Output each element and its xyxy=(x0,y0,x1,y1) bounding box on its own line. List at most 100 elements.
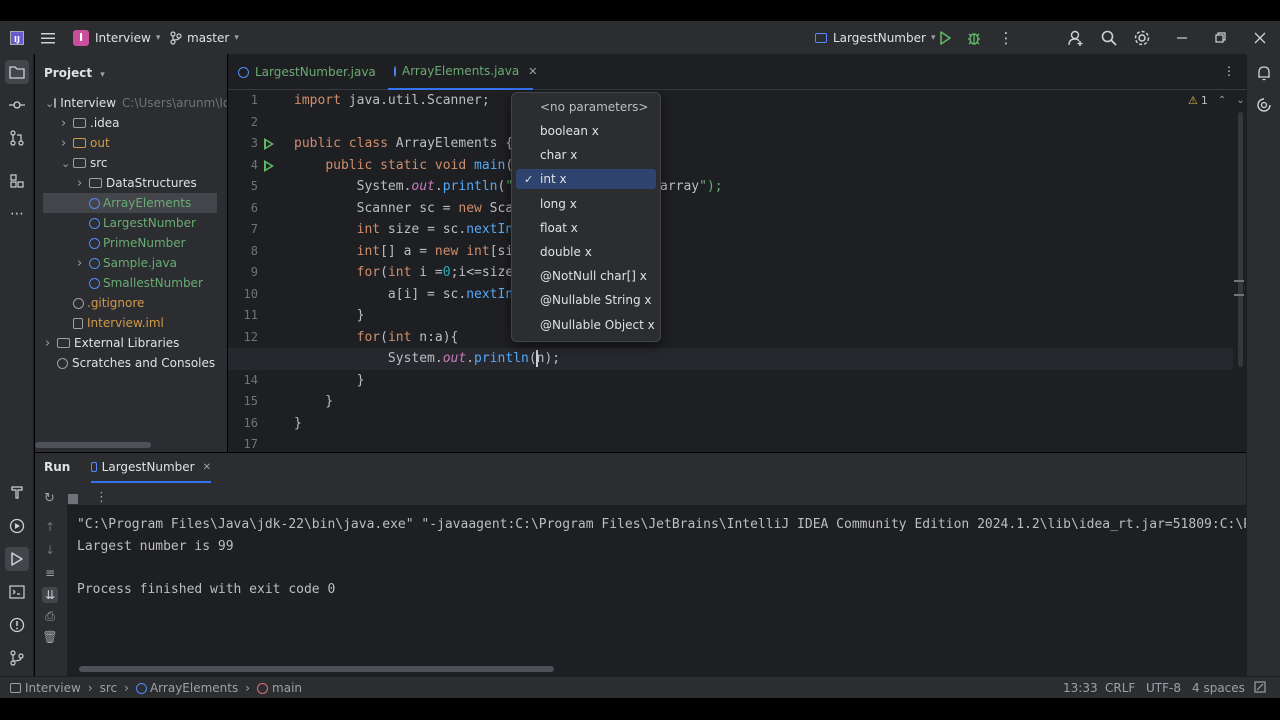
inspection-widget[interactable]: ⚠ 1 ⌃ ⌄ xyxy=(1188,94,1245,107)
gutter-run-icon[interactable] xyxy=(264,138,274,150)
soft-wrap-icon[interactable]: ≡ xyxy=(42,565,58,581)
tab-actions-more-icon[interactable]: ⋮ xyxy=(1223,64,1235,78)
code-line[interactable]: Scanner sc = new Scann xyxy=(294,198,529,220)
notifications-bell-icon[interactable] xyxy=(1255,64,1273,85)
code-line[interactable]: } xyxy=(294,370,365,392)
chevron-right-icon[interactable]: › xyxy=(45,336,57,351)
chevron-right-icon[interactable]: › xyxy=(61,136,73,151)
scroll-down-icon[interactable]: ↓ xyxy=(42,542,58,558)
tree-item[interactable]: ArrayElements xyxy=(43,193,217,213)
project-tool-folder-icon[interactable] xyxy=(5,60,29,84)
main-menu-icon[interactable] xyxy=(40,21,56,54)
code-line[interactable]: for(int i =0;i<=size-1 xyxy=(294,262,529,284)
clear-trash-icon[interactable]: 🗑 xyxy=(42,629,58,645)
read-only-lock-icon[interactable] xyxy=(1254,681,1266,693)
code-line[interactable]: import java.util.Scanner; xyxy=(294,90,490,112)
run-config-selector[interactable]: LargestNumber ▾ xyxy=(815,21,935,54)
line-number[interactable]: 1 xyxy=(228,93,258,107)
chevron-down-icon[interactable]: ⌄ xyxy=(61,157,73,170)
more-options-icon[interactable]: ⋮ xyxy=(95,490,108,505)
code-line[interactable]: } xyxy=(294,391,333,413)
close-tab-icon[interactable]: ✕ xyxy=(528,65,537,78)
tab-largestnumber[interactable]: LargestNumber.java xyxy=(238,54,388,90)
rerun-icon[interactable]: ↻ xyxy=(44,491,55,506)
code-line[interactable]: public static void main(St xyxy=(294,155,529,177)
chevron-right-icon[interactable]: › xyxy=(61,116,73,131)
code-line[interactable]: a[i] = sc.nextInt( xyxy=(294,284,529,306)
breadcrumb-item[interactable]: ArrayElements xyxy=(150,681,238,695)
code-line-tail[interactable]: array"); xyxy=(660,176,723,198)
line-number[interactable]: 2 xyxy=(228,115,258,129)
parameter-signature[interactable]: @Nullable Object x xyxy=(516,315,656,335)
tree-item[interactable]: Interview.iml xyxy=(35,313,227,333)
pull-requests-icon[interactable] xyxy=(5,126,29,150)
line-number[interactable]: 6 xyxy=(228,201,258,215)
more-actions-icon[interactable]: ⋮ xyxy=(996,21,1016,54)
parameter-signature[interactable]: char x xyxy=(516,145,656,165)
run-button[interactable] xyxy=(937,21,953,54)
tree-item[interactable]: ⌄ Interview C:\Users\arunm\Id xyxy=(35,93,227,113)
project-selector[interactable]: I Interview ▾ xyxy=(73,21,160,54)
problems-icon[interactable] xyxy=(5,613,29,637)
code-line[interactable]: } xyxy=(294,305,365,327)
line-number[interactable]: 17 xyxy=(228,437,258,451)
line-number[interactable]: 14 xyxy=(228,373,258,387)
line-number[interactable]: 16 xyxy=(228,416,258,430)
previous-highlight-icon[interactable]: ⌃ xyxy=(1218,95,1226,106)
tree-item[interactable]: Scratches and Consoles xyxy=(35,353,227,373)
search-icon[interactable] xyxy=(1100,21,1118,54)
parameter-signature[interactable]: @Nullable String x xyxy=(516,290,656,310)
minimize-icon[interactable] xyxy=(1176,21,1188,54)
chevron-right-icon[interactable]: › xyxy=(77,256,89,271)
chevron-down-icon[interactable]: ⌄ xyxy=(45,97,54,110)
commit-icon[interactable] xyxy=(5,93,29,117)
line-number[interactable]: 9 xyxy=(228,265,258,279)
line-number[interactable]: 12 xyxy=(228,330,258,344)
horizontal-scrollbar[interactable] xyxy=(35,442,151,448)
close-tab-icon[interactable]: ✕ xyxy=(203,462,211,473)
tree-item[interactable]: LargestNumber xyxy=(35,213,227,233)
parameter-signature[interactable]: boolean x xyxy=(516,121,656,141)
parameter-signature[interactable]: float x xyxy=(516,218,656,238)
gutter-run-icon[interactable] xyxy=(264,159,274,172)
run-tool-icon[interactable] xyxy=(5,547,29,571)
line-number[interactable]: 15 xyxy=(228,394,258,408)
tree-item[interactable]: › Sample.java xyxy=(35,253,227,273)
caret-position[interactable]: 13:33 xyxy=(1063,681,1098,695)
project-panel-title[interactable]: Project ▾ xyxy=(44,66,105,80)
vertical-scrollbar[interactable] xyxy=(1238,112,1243,367)
parameter-signature[interactable]: ✓ int x xyxy=(516,169,656,190)
tab-arrayelements[interactable]: ArrayElements.java ✕ xyxy=(388,54,537,90)
scroll-to-end-icon[interactable]: ⇊ xyxy=(42,587,58,603)
breadcrumb-item[interactable]: main xyxy=(272,681,302,695)
horizontal-scrollbar[interactable] xyxy=(79,666,554,672)
tree-item[interactable]: › DataStructures xyxy=(35,173,227,193)
indent-setting[interactable]: 4 spaces xyxy=(1192,681,1245,695)
parameter-signature[interactable]: double x xyxy=(516,242,656,262)
print-icon[interactable]: ⎙ xyxy=(42,608,58,624)
tree-item[interactable]: SmallestNumber xyxy=(35,273,227,293)
breadcrumb-item[interactable]: src xyxy=(100,681,118,695)
code-line[interactable]: int size = sc.nextInt( xyxy=(294,219,529,241)
line-number[interactable]: 10 xyxy=(228,287,258,301)
chevron-right-icon[interactable]: › xyxy=(77,176,89,191)
scroll-up-icon[interactable]: ↑ xyxy=(42,519,58,535)
stop-icon[interactable] xyxy=(68,494,78,504)
line-separator[interactable]: CRLF xyxy=(1105,681,1135,695)
code-line[interactable]: for(int n:a){ xyxy=(294,327,459,349)
tree-item[interactable]: .gitignore xyxy=(35,293,227,313)
line-number[interactable]: 5 xyxy=(228,179,258,193)
parameter-signature[interactable]: @NotNull char[] x xyxy=(516,266,656,286)
more-tools-icon[interactable]: ⋯ xyxy=(5,202,29,226)
line-number[interactable]: 4 xyxy=(228,158,258,172)
terminal-icon[interactable] xyxy=(5,580,29,604)
restore-icon[interactable] xyxy=(1214,21,1226,54)
branch-selector[interactable]: master ▾ xyxy=(170,21,239,54)
console-output[interactable]: "C:\Program Files\Java\jdk-22\bin\java.e… xyxy=(67,505,1246,676)
tree-item[interactable]: › External Libraries xyxy=(35,333,227,353)
tree-item[interactable]: › .idea xyxy=(35,113,227,133)
tree-item[interactable]: ⌄ src xyxy=(35,153,227,173)
run-tab-largestnumber[interactable]: LargestNumber ✕ xyxy=(91,453,211,483)
tree-item[interactable]: › out xyxy=(35,133,227,153)
ai-assistant-icon[interactable] xyxy=(1255,96,1273,117)
